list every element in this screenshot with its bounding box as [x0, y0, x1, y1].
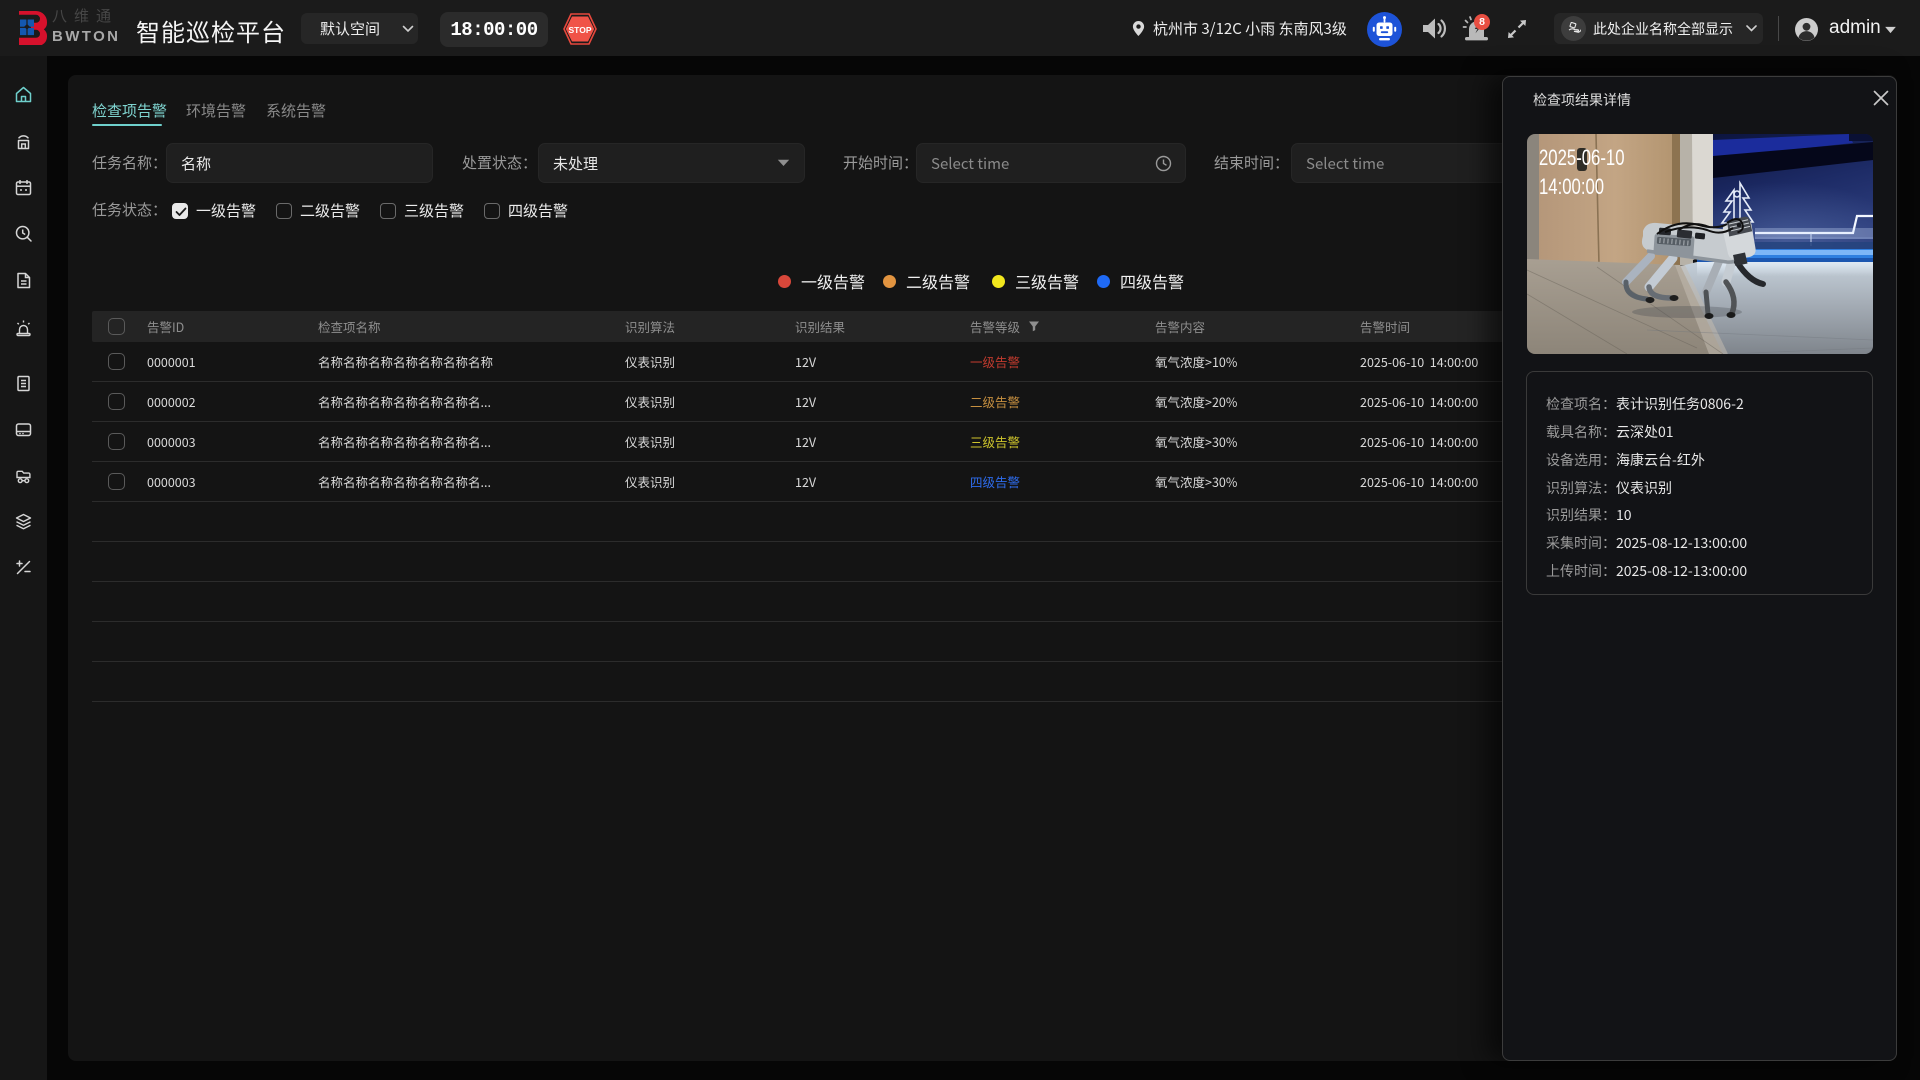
- svg-text:STOP: STOP: [569, 25, 592, 35]
